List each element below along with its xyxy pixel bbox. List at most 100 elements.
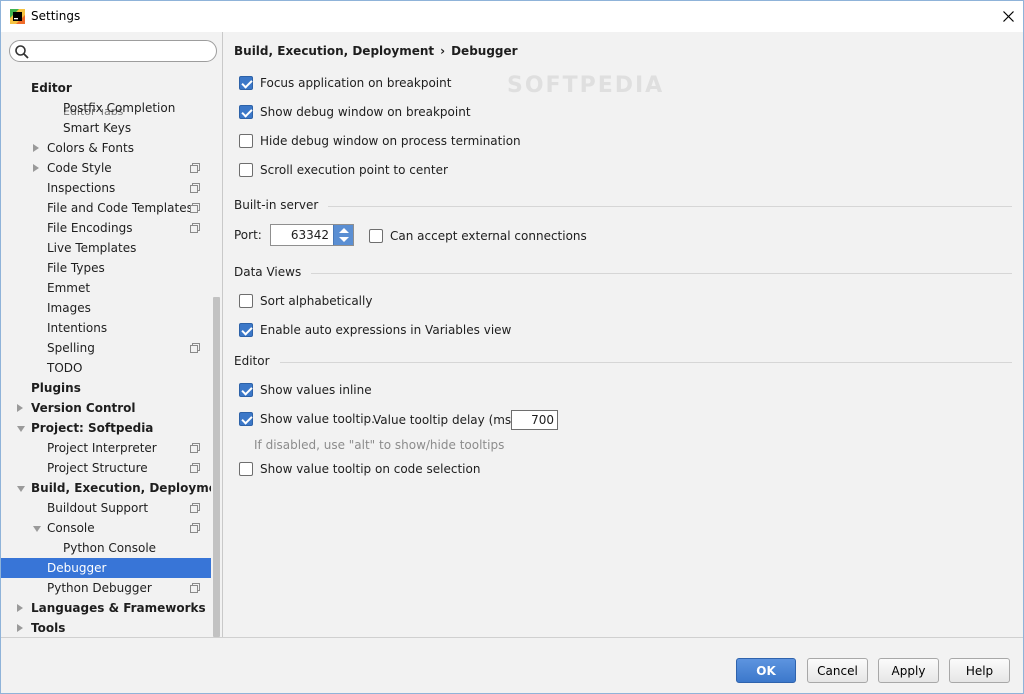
auto-expressions-option[interactable]: Enable auto expressions in Variables vie… [239, 321, 511, 339]
close-icon [1002, 11, 1014, 22]
project-level-icon [190, 203, 200, 213]
tree-item-editor[interactable]: Editor [1, 78, 211, 98]
tooltip-selection-option[interactable]: Show value tooltip on code selection [239, 460, 480, 478]
hide-debug-label: Hide debug window on process termination [260, 134, 521, 148]
auto-expressions-label: Enable auto expressions in Variables vie… [260, 323, 512, 337]
sidebar-scrollbar-thumb[interactable] [213, 297, 220, 637]
tree-item-tools[interactable]: Tools [1, 618, 211, 637]
search-icon [15, 45, 29, 59]
tree-item-code-style[interactable]: Code Style [1, 158, 211, 178]
apply-button[interactable]: Apply [878, 658, 939, 683]
expanded-arrow-icon[interactable] [17, 426, 25, 432]
builtin-server-title: Built-in server [234, 198, 319, 212]
values-inline-option[interactable]: Show values inline [239, 381, 372, 399]
tree-item-file-encodings[interactable]: File Encodings [1, 218, 211, 238]
collapsed-arrow-icon[interactable] [17, 624, 23, 632]
cancel-button[interactable]: Cancel [807, 658, 868, 683]
ok-button[interactable]: OK [736, 658, 796, 683]
tree-item-project-softpedia[interactable]: Project: Softpedia [1, 418, 211, 438]
collapsed-arrow-icon[interactable] [17, 404, 23, 412]
expanded-arrow-icon[interactable] [33, 526, 41, 532]
project-level-icon [190, 343, 200, 353]
focus-app-option[interactable]: Focus application on breakpoint [239, 74, 451, 92]
sort-alpha-checkbox[interactable] [239, 294, 253, 308]
project-level-icon [190, 223, 200, 233]
tree-item-file-and-code-templates[interactable]: File and Code Templates [1, 198, 211, 218]
settings-tree: Editor Tabs EditorPostfix CompletionSmar… [1, 70, 211, 637]
tooltip-hint: If disabled, use "alt" to show/hide tool… [254, 438, 505, 452]
tree-item-label: File and Code Templates [47, 201, 193, 215]
port-value[interactable]: 63342 [291, 228, 329, 242]
tree-item-build-execution-deployment[interactable]: Build, Execution, Deployment [1, 478, 211, 498]
close-button[interactable] [993, 1, 1023, 32]
values-inline-checkbox[interactable] [239, 383, 253, 397]
tree-item-buildout-support[interactable]: Buildout Support [1, 498, 211, 518]
project-level-icon [190, 523, 200, 533]
hide-debug-option[interactable]: Hide debug window on process termination [239, 132, 521, 150]
breadcrumb-current: Debugger [451, 44, 518, 58]
external-connections-option[interactable]: Can accept external connections [369, 227, 587, 245]
section-divider [328, 205, 1012, 207]
tree-item-project-interpreter[interactable]: Project Interpreter [1, 438, 211, 458]
collapsed-arrow-icon[interactable] [17, 604, 23, 612]
breadcrumb-parent[interactable]: Build, Execution, Deployment [234, 44, 434, 58]
tree-item-python-console[interactable]: Python Console [1, 538, 211, 558]
tree-item-version-control[interactable]: Version Control [1, 398, 211, 418]
hide-debug-checkbox[interactable] [239, 134, 253, 148]
data-views-title: Data Views [234, 265, 302, 279]
tree-item-label: Project Interpreter [47, 441, 157, 455]
search-input[interactable] [32, 43, 212, 59]
search-box[interactable] [9, 40, 217, 62]
scroll-center-option[interactable]: Scroll execution point to center [239, 161, 448, 179]
expanded-arrow-icon[interactable] [17, 486, 25, 492]
values-inline-label: Show values inline [260, 383, 372, 397]
tree-item-file-types[interactable]: File Types [1, 258, 211, 278]
collapsed-arrow-icon[interactable] [33, 144, 39, 152]
external-connections-checkbox[interactable] [369, 229, 383, 243]
tree-item-label: Languages & Frameworks [31, 601, 206, 615]
tree-item-todo[interactable]: TODO [1, 358, 211, 378]
port-label: Port: [234, 228, 262, 242]
tree-item-live-templates[interactable]: Live Templates [1, 238, 211, 258]
tree-item-plugins[interactable]: Plugins [1, 378, 211, 398]
project-level-icon [190, 443, 200, 453]
tree-item-label: Postfix Completion [63, 101, 176, 115]
tree-item-label: Build, Execution, Deployment [31, 481, 211, 495]
tree-item-debugger[interactable]: Debugger [1, 558, 211, 578]
show-debug-option[interactable]: Show debug window on breakpoint [239, 103, 471, 121]
auto-expressions-checkbox[interactable] [239, 323, 253, 337]
tree-item-intentions[interactable]: Intentions [1, 318, 211, 338]
tree-item-emmet[interactable]: Emmet [1, 278, 211, 298]
scroll-center-checkbox[interactable] [239, 163, 253, 177]
help-button[interactable]: Help [949, 658, 1010, 683]
collapsed-arrow-icon[interactable] [33, 164, 39, 172]
tree-item-python-debugger[interactable]: Python Debugger [1, 578, 211, 598]
tree-item-spelling[interactable]: Spelling [1, 338, 211, 358]
tree-item-languages-frameworks[interactable]: Languages & Frameworks [1, 598, 211, 618]
breadcrumb-separator: › [440, 44, 446, 58]
sort-alpha-option[interactable]: Sort alphabetically [239, 292, 372, 310]
port-spinner[interactable] [333, 225, 353, 245]
value-tooltip-checkbox[interactable] [239, 412, 253, 426]
tree-item-colors-fonts[interactable]: Colors & Fonts [1, 138, 211, 158]
tree-item-postfix-completion[interactable]: Postfix Completion [1, 98, 211, 118]
focus-app-checkbox[interactable] [239, 76, 253, 90]
show-debug-checkbox[interactable] [239, 105, 253, 119]
tree-item-label: Emmet [47, 281, 91, 295]
value-tooltip-option[interactable]: Show value tooltip. [239, 410, 375, 428]
spinner-down-icon[interactable] [339, 237, 349, 242]
tooltip-selection-label: Show value tooltip on code selection [260, 462, 481, 476]
tree-item-console[interactable]: Console [1, 518, 211, 538]
sort-alpha-label: Sort alphabetically [260, 294, 373, 308]
tooltip-delay-input[interactable]: 700 [511, 410, 558, 430]
tree-item-label: Python Console [63, 541, 157, 555]
show-debug-label: Show debug window on breakpoint [260, 105, 471, 119]
port-spinner-field[interactable]: 63342 [270, 224, 354, 246]
tree-item-inspections[interactable]: Inspections [1, 178, 211, 198]
tooltip-selection-checkbox[interactable] [239, 462, 253, 476]
tree-item-project-structure[interactable]: Project Structure [1, 458, 211, 478]
spinner-up-icon[interactable] [339, 228, 349, 233]
tree-item-smart-keys[interactable]: Smart Keys [1, 118, 211, 138]
tree-item-images[interactable]: Images [1, 298, 211, 318]
tree-item-label: Intentions [47, 321, 108, 335]
